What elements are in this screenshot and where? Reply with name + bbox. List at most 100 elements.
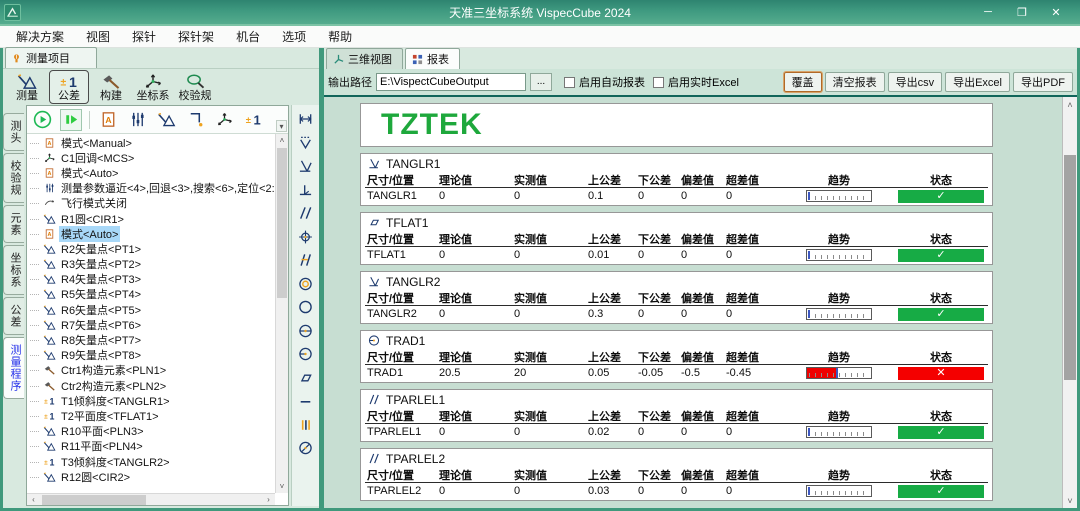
side-tab-校验规[interactable]: 校验规 [3, 153, 24, 203]
tree-item[interactable]: ·····R12圆<CIR2> [29, 469, 275, 484]
checkbox-box[interactable] [653, 77, 664, 88]
tree-item[interactable]: ·····模式<Manual> [29, 135, 275, 150]
measure-button[interactable] [155, 109, 177, 131]
gdt-dia-button[interactable] [296, 322, 315, 340]
tree-item[interactable]: ·····R3矢量点<PT2> [29, 257, 275, 272]
run-program-button[interactable] [31, 109, 53, 131]
gdt-straight-button[interactable] [296, 392, 315, 410]
tree-item[interactable]: ·····R4矢量点<PT3> [29, 272, 275, 287]
side-tab-公差[interactable]: 公差 [3, 297, 24, 335]
report-scroll-down-icon[interactable]: ˅ [1063, 493, 1077, 508]
gdt-circ-button[interactable] [296, 298, 315, 316]
step-run-button[interactable] [60, 109, 82, 131]
gdt-flat-button[interactable] [296, 369, 315, 387]
ribbon-button-构建[interactable]: 构建 [91, 70, 131, 104]
tab-三维视图[interactable]: 三维视图 [326, 48, 403, 69]
tree-item[interactable]: ·····T3倾斜度<TANGLR2> [29, 454, 275, 469]
side-tab-测量程序[interactable]: 测量程序 [3, 337, 24, 399]
gdt-ang-button[interactable] [296, 157, 315, 175]
tab-报表[interactable]: 报表 [405, 48, 460, 69]
button-导出PDF[interactable]: 导出PDF [1013, 72, 1073, 92]
tree-item[interactable]: ·····飞行模式关闭 [29, 196, 275, 211]
tree-item[interactable]: ·····模式<Auto> [29, 165, 275, 180]
menu-item[interactable]: 探针架 [168, 26, 224, 47]
close-button[interactable]: ✕ [1042, 3, 1070, 21]
tree-item[interactable]: ·····Ctr1构造元素<PLN1> [29, 363, 275, 378]
scroll-left-icon[interactable]: ‹ [27, 495, 40, 504]
button-清空报表[interactable]: 清空报表 [825, 72, 885, 92]
tree-vertical-scrollbar[interactable]: ˄ ˅ [275, 134, 288, 493]
path-button[interactable] [213, 109, 235, 131]
scroll-up-icon[interactable]: ˄ [276, 134, 288, 147]
tree-connector: ····· [29, 168, 43, 178]
tree-item[interactable]: ·····Ctr2构造元素<PLN2> [29, 378, 275, 393]
tab-measure-items[interactable]: 测量项目 [5, 47, 97, 68]
gdt-pos-button[interactable] [296, 228, 315, 246]
report-vscroll-thumb[interactable] [1064, 155, 1076, 380]
mode-button[interactable] [97, 109, 119, 131]
side-tab-坐标系[interactable]: 坐标系 [3, 245, 24, 295]
side-tab-测头[interactable]: 测头 [3, 113, 24, 151]
gdt-rad-button[interactable] [296, 345, 315, 363]
button-导出csv[interactable]: 导出csv [888, 72, 943, 92]
side-tab-元素[interactable]: 元素 [3, 205, 24, 243]
checkbox-启用自动报表[interactable]: 启用自动报表 [564, 74, 645, 90]
gdt-conc-button[interactable] [296, 275, 315, 293]
scroll-down-icon[interactable]: ˅ [276, 480, 288, 493]
output-path-input[interactable] [376, 73, 526, 91]
button-导出Excel[interactable]: 导出Excel [945, 72, 1010, 92]
menu-item[interactable]: 选项 [272, 26, 316, 47]
maximize-button[interactable]: ❐ [1008, 3, 1036, 21]
tree-item[interactable]: ·····R6矢量点<PT5> [29, 302, 275, 317]
table-header-row: 尺寸/位置理论值实测值上公差下公差偏差值超差值趋势状态 [365, 349, 988, 365]
table-value-row: TFLAT1000.01000✓ [365, 247, 988, 263]
tree-item[interactable]: ·····R10平面<PLN3> [29, 424, 275, 439]
tree-item[interactable]: ·····T2平面度<TFLAT1> [29, 408, 275, 423]
ribbon-button-测量[interactable]: 测量 [7, 70, 47, 104]
ribbon-button-校验规[interactable]: 校验规 [175, 70, 215, 104]
browse-button[interactable]: ... [530, 73, 552, 91]
tree-item[interactable]: ·····T1倾斜度<TANGLR1> [29, 393, 275, 408]
menu-item[interactable]: 帮助 [318, 26, 362, 47]
gdt-sym-button[interactable] [296, 416, 315, 434]
gdt-profile-button[interactable] [296, 134, 315, 152]
gdt-par-button[interactable] [296, 204, 315, 222]
report-scroll-up-icon[interactable]: ˄ [1063, 97, 1077, 112]
ribbon-button-公差[interactable]: 公差 [49, 70, 89, 104]
gdt-perp-button[interactable] [296, 181, 315, 199]
gdt-dist-button[interactable] [296, 110, 315, 128]
ribbon-button-坐标系[interactable]: 坐标系 [133, 70, 173, 104]
tree-item[interactable]: ·····R8矢量点<PT7> [29, 332, 275, 347]
button-覆盖[interactable]: 覆盖 [784, 72, 822, 92]
tree-item[interactable]: ·····测量参数逼近<4>,回退<3>,搜索<6>,定位<2: [29, 181, 275, 196]
toolbar-overflow-button[interactable]: ▾ [276, 120, 287, 132]
tree-item[interactable]: ·····R11平面<PLN4> [29, 439, 275, 454]
parameters-button[interactable] [126, 109, 148, 131]
corner-button[interactable] [184, 109, 206, 131]
tree-item[interactable]: ·····R9矢量点<PT8> [29, 348, 275, 363]
checkbox-box[interactable] [564, 77, 575, 88]
menu-item[interactable]: 机台 [226, 26, 270, 47]
tree-item[interactable]: ·····R2矢量点<PT1> [29, 241, 275, 256]
checkbox-启用实时Excel[interactable]: 启用实时Excel [653, 74, 739, 90]
tree-item[interactable]: ·····R1圆<CIR1> [29, 211, 275, 226]
tree-hscroll-thumb[interactable] [42, 495, 146, 505]
tolerance-button[interactable] [242, 109, 264, 131]
scroll-right-icon[interactable]: › [262, 495, 275, 504]
menu-item[interactable]: 视图 [76, 26, 120, 47]
gdt-runout-button[interactable] [296, 439, 315, 457]
tree-connector: ····· [29, 350, 43, 360]
gdt-par2-button[interactable] [296, 251, 315, 269]
tree-horizontal-scrollbar[interactable]: ‹ › [27, 493, 275, 505]
tree-item[interactable]: ·····模式<Auto> [29, 226, 275, 241]
tree-item[interactable]: ·····C1回调<MCS> [29, 150, 275, 165]
menu-item[interactable]: 探针 [122, 26, 166, 47]
tree-item[interactable]: ·····R7矢量点<PT6> [29, 317, 275, 332]
tree-vscroll-thumb[interactable] [277, 148, 287, 298]
menu-item[interactable]: 解决方案 [6, 26, 74, 47]
table-header-row: 尺寸/位置理论值实测值上公差下公差偏差值超差值趋势状态 [365, 290, 988, 306]
minimize-button[interactable]: ─ [974, 3, 1002, 21]
tree-item[interactable]: ·····R5矢量点<PT4> [29, 287, 275, 302]
cell-trend [784, 485, 894, 497]
report-vertical-scrollbar[interactable]: ˄ ˅ [1062, 97, 1077, 508]
